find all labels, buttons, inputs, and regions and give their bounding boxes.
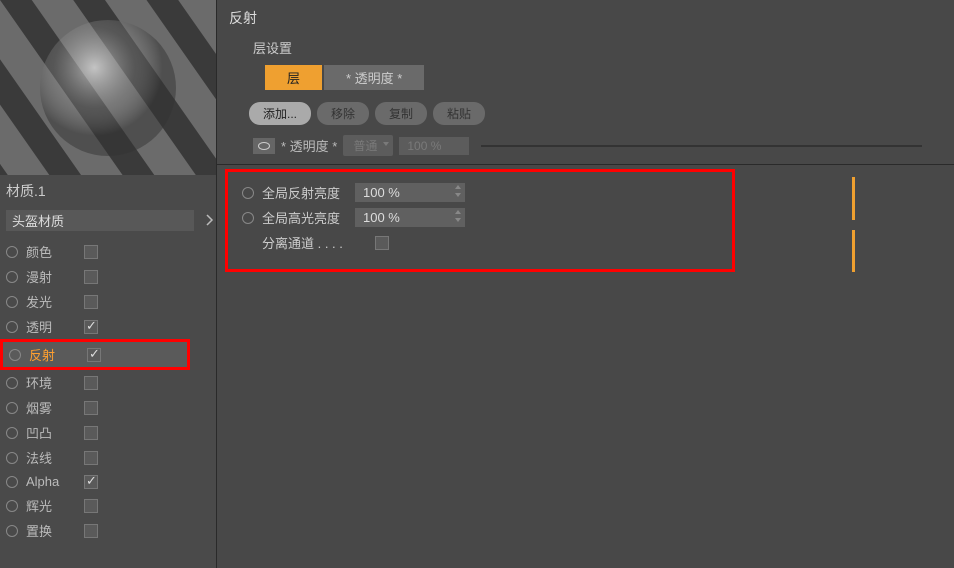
global-settings-highlight: 全局反射亮度 100 % 全局高光亮度 100 % 分离通道 . . . .	[225, 169, 735, 272]
checkbox[interactable]	[87, 348, 101, 362]
radio-icon	[6, 402, 18, 414]
radio-icon	[6, 525, 18, 537]
radio-icon	[6, 476, 18, 488]
channel-diffuse[interactable]: 漫射	[0, 264, 216, 289]
channel-displacement[interactable]: 置换	[0, 518, 216, 543]
radio-icon	[9, 349, 21, 361]
opacity-value[interactable]: 100 %	[399, 137, 469, 155]
checkbox[interactable]	[84, 499, 98, 513]
material-preview	[0, 0, 216, 175]
radio-icon	[6, 377, 18, 389]
remove-button[interactable]: 移除	[317, 102, 369, 125]
reflection-brightness-input[interactable]: 100 %	[355, 183, 465, 202]
expand-arrow-icon[interactable]	[206, 210, 214, 230]
checkbox[interactable]	[84, 270, 98, 284]
checkbox[interactable]	[84, 451, 98, 465]
checkbox[interactable]	[84, 376, 98, 390]
panel-title: 反射	[217, 0, 954, 32]
tab-transparency[interactable]: * 透明度 *	[324, 65, 424, 90]
layer-opacity-row: * 透明度 * 普通 100 %	[217, 131, 954, 164]
spinner-icon[interactable]	[455, 185, 463, 197]
radio-icon	[242, 212, 254, 224]
radio-icon	[6, 500, 18, 512]
channel-luminance[interactable]: 发光	[0, 289, 216, 314]
channel-fog[interactable]: 烟雾	[0, 395, 216, 420]
channel-glow[interactable]: 辉光	[0, 493, 216, 518]
radio-icon	[6, 427, 18, 439]
checkbox[interactable]	[84, 524, 98, 538]
specular-brightness-input[interactable]: 100 %	[355, 208, 465, 227]
channel-list: 颜色 漫射 发光 透明 反射 环境 烟雾 凹凸 法线 Alpha 辉光 置换	[0, 239, 216, 543]
sidebar: 材质.1 颜色 漫射 发光 透明 反射 环境 烟雾	[0, 0, 216, 568]
radio-icon	[6, 296, 18, 308]
material-name-input[interactable]	[6, 210, 194, 231]
copy-button[interactable]: 复制	[375, 102, 427, 125]
radio-icon	[6, 271, 18, 283]
radio-icon	[242, 187, 254, 199]
checkbox[interactable]	[84, 426, 98, 440]
channel-transparency[interactable]: 透明	[0, 314, 216, 339]
radio-icon	[6, 452, 18, 464]
channel-color[interactable]: 颜色	[0, 239, 216, 264]
global-specular-brightness-row: 全局高光亮度 100 %	[242, 205, 718, 230]
paste-button[interactable]: 粘贴	[433, 102, 485, 125]
channel-environment[interactable]: 环境	[0, 370, 216, 395]
main-panel: 反射 层设置 层 * 透明度 * 添加... 移除 复制 粘贴 * 透明度 * …	[216, 0, 954, 568]
group-label-layers: 层设置	[217, 32, 954, 63]
checkbox[interactable]	[84, 295, 98, 309]
checkbox[interactable]	[84, 401, 98, 415]
checkbox[interactable]	[84, 475, 98, 489]
spinner-icon[interactable]	[455, 210, 463, 222]
divider	[481, 145, 922, 147]
global-reflection-brightness-row: 全局反射亮度 100 %	[242, 180, 718, 205]
blend-mode-select[interactable]: 普通	[343, 135, 393, 156]
separate-pass-row: 分离通道 . . . .	[242, 230, 718, 255]
separate-pass-checkbox[interactable]	[375, 236, 389, 250]
channel-alpha[interactable]: Alpha	[0, 470, 216, 493]
channel-reflection[interactable]: 反射	[0, 339, 216, 370]
visibility-icon[interactable]	[253, 138, 275, 154]
add-button[interactable]: 添加...	[249, 102, 311, 125]
layer-buttons: 添加... 移除 复制 粘贴	[217, 96, 954, 131]
layer-tabs: 层 * 透明度 *	[217, 63, 954, 96]
radio-icon	[6, 321, 18, 333]
channel-bump[interactable]: 凹凸	[0, 420, 216, 445]
opacity-label: * 透明度 *	[281, 136, 337, 155]
checkbox[interactable]	[84, 320, 98, 334]
tab-layer[interactable]: 层	[265, 65, 322, 90]
channel-normal[interactable]: 法线	[0, 445, 216, 470]
radio-icon	[6, 246, 18, 258]
checkbox[interactable]	[84, 245, 98, 259]
material-name-label: 材质.1	[0, 175, 216, 205]
